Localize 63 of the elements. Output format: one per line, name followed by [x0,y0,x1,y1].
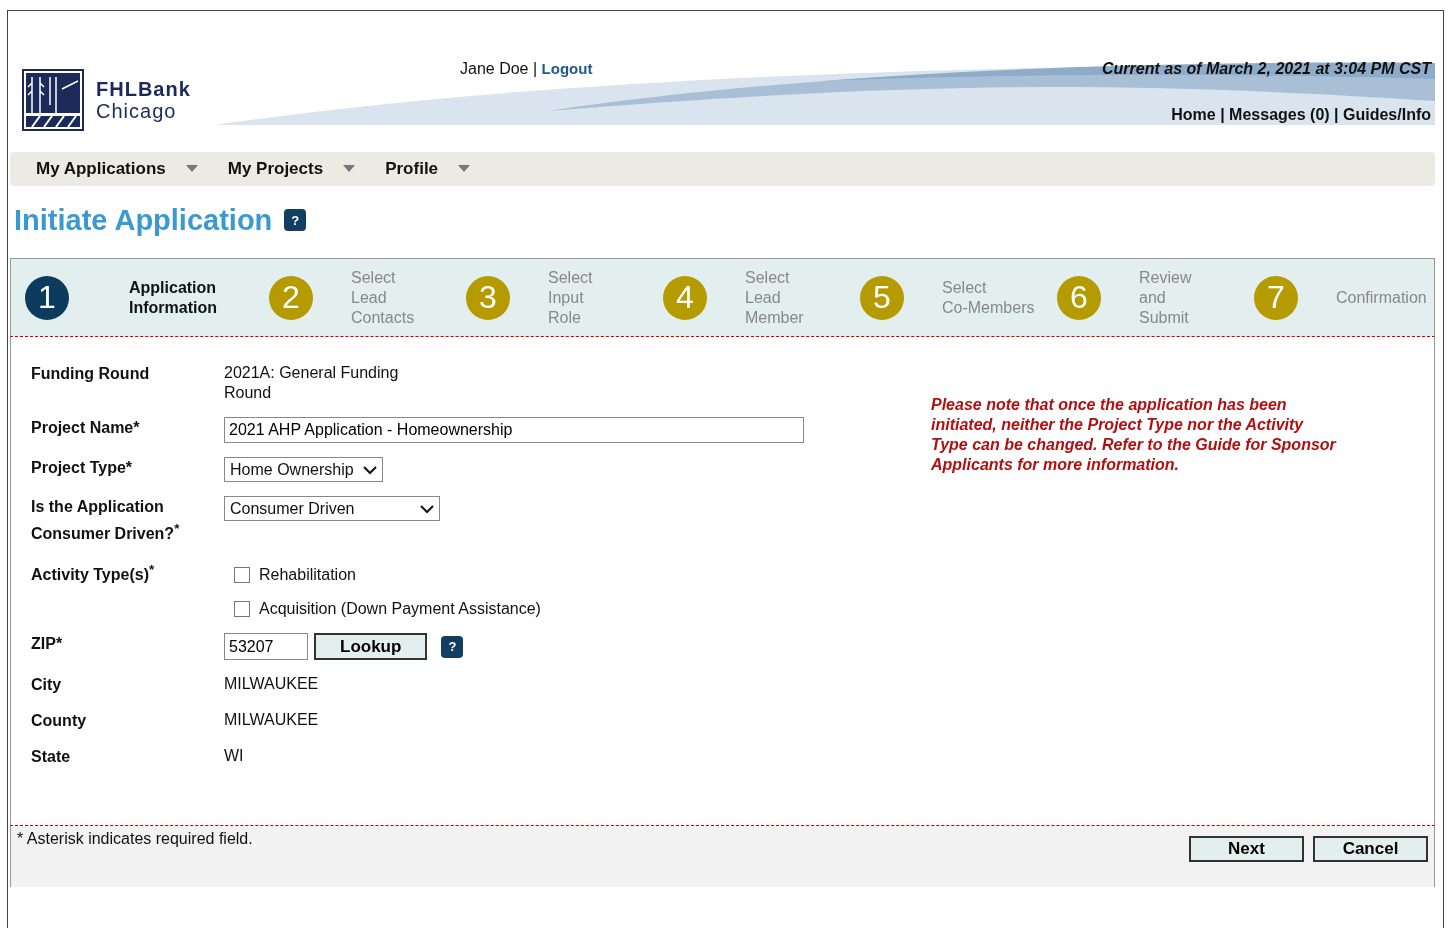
select-dropdown[interactable]: Home Ownership [224,457,383,482]
nav-menu[interactable]: My Applications [36,159,198,179]
header-link[interactable]: Home [1171,106,1216,123]
field-value: MILWAUKEE [224,674,320,695]
header-link[interactable]: Messages (0) [1229,106,1330,123]
step-number: 7 [1254,275,1298,320]
checkbox[interactable] [234,601,250,618]
dropdown-arrow-icon [185,165,198,173]
checkbox-label: Acquisition (Down Payment Assistance) [259,599,541,620]
nav-menu[interactable]: My Projects [227,159,356,179]
step-number: 5 [860,275,904,320]
step-number: 4 [663,275,707,320]
logo-icon [22,69,84,131]
step-label: Select Lead Member [745,267,805,328]
checkbox-label: Rehabilitation [259,565,356,586]
field-label: Project Name* [31,418,141,438]
field-value: MILWAUKEE [224,710,320,731]
field-label: Project Type* [31,458,134,478]
header-link[interactable]: Guides/Info [1343,106,1431,123]
step-label: Application Information [129,277,218,318]
chevron-icon [361,464,378,475]
step-label: Select Co-Members [942,277,1036,318]
footer-note: * Asterisk indicates required field. [17,830,253,849]
link-separator: | [1334,106,1339,123]
field-label: City [31,675,63,696]
help-icon[interactable]: ? [441,635,464,658]
step-label: Review and Submit [1139,267,1193,328]
help-icon[interactable]: ? [284,209,307,231]
logo-subtitle: Chicago [96,100,178,122]
step-label: Select Lead Contacts [351,267,416,328]
zip-field[interactable]: 53207 [224,633,308,661]
step-number: 2 [269,275,313,320]
field-label: Is the Application Consumer Driven?$^{*}$ [31,497,181,545]
select-dropdown[interactable]: Consumer Driven [224,496,440,521]
field-value: WI [224,746,245,767]
field-label: ZIP* [31,634,64,655]
field-label: Activity Type(s)$^{*}$ [31,561,156,586]
field-label: Funding Round [31,364,151,384]
step-label: Confirmation [1336,287,1428,308]
footer-button[interactable]: Cancel [1313,836,1428,862]
lookup-button[interactable]: Lookup [314,633,428,661]
step-number: 1 [25,275,69,320]
checkbox[interactable] [234,567,250,584]
chevron-icon [419,503,435,514]
page-title: Initiate Application [14,203,273,237]
field-value: 2021A: General Funding Round [224,363,400,403]
step-label: Select Input Role [548,267,594,328]
nav-menu[interactable]: Profile [385,159,471,179]
user-name: Jane Doe [460,60,529,77]
link-separator: | [1220,106,1225,123]
field-label: County [31,711,88,732]
dropdown-arrow-icon [343,165,356,173]
logo-title: FHLBank [96,78,191,100]
logout-link[interactable]: Logout [541,60,593,77]
project-name-field[interactable]: 2021 AHP Application - Homeownership [224,417,804,443]
footer-button[interactable]: Next [1189,836,1304,862]
step-number: 3 [466,275,510,320]
dropdown-arrow-icon [458,165,471,173]
link-separator: | [532,60,538,77]
notice-text: Please note that once the application has been initiated, neither the Project Type nor the Activity Type can be changed. Refer to the Guide for Sponsor Applicants for more information. [931,395,1336,475]
timestamp: Current as of March 2, 2021 at 3:04 PM CST [1102,60,1431,78]
field-label: State [31,747,72,768]
step-number: 6 [1057,275,1101,320]
